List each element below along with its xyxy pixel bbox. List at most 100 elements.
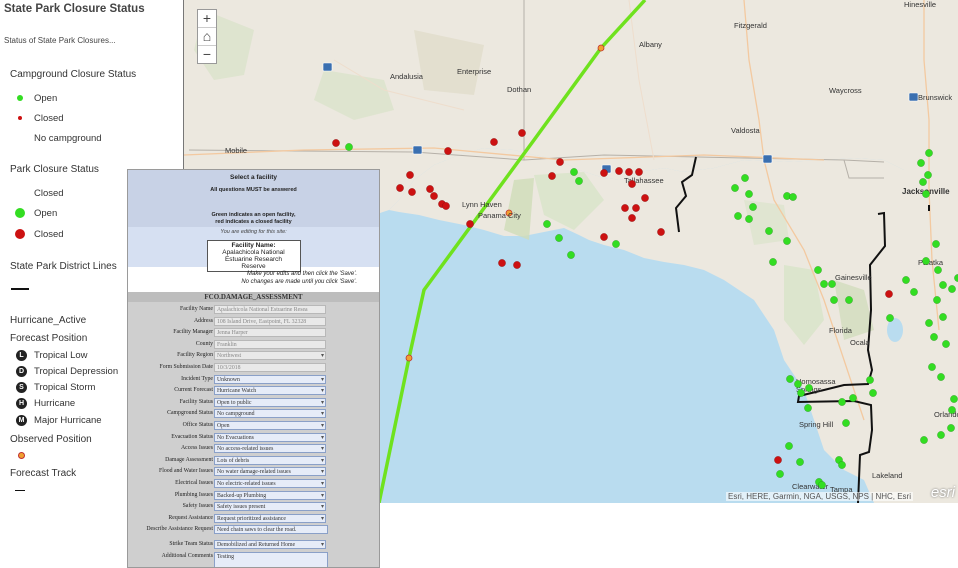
open-park-marker[interactable] bbox=[794, 380, 802, 388]
open-park-marker[interactable] bbox=[937, 431, 945, 439]
open-park-marker[interactable] bbox=[932, 240, 940, 248]
closed-park-marker[interactable] bbox=[657, 228, 665, 236]
closed-park-marker[interactable] bbox=[490, 138, 498, 146]
closed-park-marker[interactable] bbox=[430, 192, 438, 200]
open-park-marker[interactable] bbox=[842, 419, 850, 427]
open-park-marker[interactable] bbox=[937, 373, 945, 381]
closed-park-marker[interactable] bbox=[498, 259, 506, 267]
zoom-in-button[interactable]: + bbox=[198, 10, 216, 28]
open-park-marker[interactable] bbox=[922, 257, 930, 265]
closed-park-marker[interactable] bbox=[615, 167, 623, 175]
zoom-out-button[interactable]: − bbox=[198, 46, 216, 63]
closed-park-marker[interactable] bbox=[426, 185, 434, 193]
open-park-marker[interactable] bbox=[769, 258, 777, 266]
field-select[interactable]: Open to public bbox=[214, 397, 326, 407]
field-select[interactable]: No Evacuations bbox=[214, 432, 326, 442]
closed-park-marker[interactable] bbox=[774, 456, 782, 464]
open-park-marker[interactable] bbox=[818, 481, 826, 489]
closed-park-marker[interactable] bbox=[885, 290, 893, 298]
field-input[interactable]: Need chain saws to clear the road. bbox=[214, 525, 328, 535]
open-park-marker[interactable] bbox=[776, 470, 784, 478]
open-park-marker[interactable] bbox=[555, 234, 563, 242]
open-park-marker[interactable] bbox=[804, 404, 812, 412]
field-select[interactable]: Unknown bbox=[214, 374, 326, 384]
open-park-marker[interactable] bbox=[838, 461, 846, 469]
closed-park-marker[interactable] bbox=[548, 172, 556, 180]
closed-park-marker[interactable] bbox=[513, 261, 521, 269]
closed-park-marker[interactable] bbox=[442, 202, 450, 210]
field-input[interactable]: 10/3/2018 bbox=[214, 362, 326, 372]
closed-park-marker[interactable] bbox=[466, 220, 474, 228]
closed-park-marker[interactable] bbox=[406, 171, 414, 179]
open-park-marker[interactable] bbox=[922, 190, 930, 198]
open-park-marker[interactable] bbox=[939, 313, 947, 321]
open-park-marker[interactable] bbox=[814, 266, 822, 274]
closed-park-marker[interactable] bbox=[641, 194, 649, 202]
open-park-marker[interactable] bbox=[902, 276, 910, 284]
open-park-marker[interactable] bbox=[745, 190, 753, 198]
open-park-marker[interactable] bbox=[924, 171, 932, 179]
open-park-marker[interactable] bbox=[925, 319, 933, 327]
field-input[interactable]: Franklin bbox=[214, 339, 326, 349]
field-select[interactable]: Northwest bbox=[214, 351, 326, 361]
map-attribution[interactable]: Esri, HERE, Garmin, NGA, USGS, NPS | NHC… bbox=[726, 492, 913, 501]
open-park-marker[interactable] bbox=[796, 458, 804, 466]
closed-park-marker[interactable] bbox=[396, 184, 404, 192]
open-park-marker[interactable] bbox=[785, 442, 793, 450]
open-park-marker[interactable] bbox=[612, 240, 620, 248]
open-park-marker[interactable] bbox=[954, 274, 958, 282]
open-park-marker[interactable] bbox=[820, 280, 828, 288]
open-park-marker[interactable] bbox=[783, 237, 791, 245]
open-park-marker[interactable] bbox=[845, 296, 853, 304]
field-select[interactable]: Lots of debris bbox=[214, 455, 326, 465]
field-select[interactable]: No access-related issues bbox=[214, 444, 326, 454]
open-park-marker[interactable] bbox=[749, 203, 757, 211]
closed-park-marker[interactable] bbox=[332, 139, 340, 147]
open-park-marker[interactable] bbox=[849, 394, 857, 402]
open-park-marker[interactable] bbox=[786, 375, 794, 383]
open-park-marker[interactable] bbox=[866, 376, 874, 384]
open-park-marker[interactable] bbox=[948, 285, 956, 293]
open-park-marker[interactable] bbox=[919, 178, 927, 186]
closed-park-marker[interactable] bbox=[600, 233, 608, 241]
open-park-marker[interactable] bbox=[745, 215, 753, 223]
open-park-marker[interactable] bbox=[765, 227, 773, 235]
open-park-marker[interactable] bbox=[934, 266, 942, 274]
open-park-marker[interactable] bbox=[933, 296, 941, 304]
field-select[interactable]: No campground bbox=[214, 409, 326, 419]
open-park-marker[interactable] bbox=[741, 174, 749, 182]
closed-park-marker[interactable] bbox=[625, 168, 633, 176]
closed-park-marker[interactable] bbox=[628, 180, 636, 188]
closed-park-marker[interactable] bbox=[444, 147, 452, 155]
open-park-marker[interactable] bbox=[910, 288, 918, 296]
open-park-marker[interactable] bbox=[950, 395, 958, 403]
field-input[interactable]: Jenna Harper bbox=[214, 328, 326, 338]
field-select[interactable]: Demobilized and Returned Home bbox=[214, 540, 326, 550]
closed-park-marker[interactable] bbox=[518, 129, 526, 137]
open-park-marker[interactable] bbox=[942, 340, 950, 348]
open-park-marker[interactable] bbox=[930, 333, 938, 341]
field-select[interactable]: Hurricane Watch bbox=[214, 386, 326, 396]
open-park-marker[interactable] bbox=[886, 314, 894, 322]
open-park-marker[interactable] bbox=[570, 168, 578, 176]
open-park-marker[interactable] bbox=[838, 398, 846, 406]
closed-park-marker[interactable] bbox=[556, 158, 564, 166]
open-park-marker[interactable] bbox=[575, 177, 583, 185]
home-button[interactable]: ⌂ bbox=[198, 28, 216, 46]
field-select[interactable]: No water damage-related issues bbox=[214, 467, 326, 477]
open-park-marker[interactable] bbox=[948, 406, 956, 414]
closed-park-marker[interactable] bbox=[635, 168, 643, 176]
open-park-marker[interactable] bbox=[947, 424, 955, 432]
field-select[interactable]: Safety issues present bbox=[214, 502, 326, 512]
field-select[interactable]: Request prioritized assistance bbox=[214, 513, 326, 523]
closed-park-marker[interactable] bbox=[632, 204, 640, 212]
open-park-marker[interactable] bbox=[734, 212, 742, 220]
open-park-marker[interactable] bbox=[797, 389, 805, 397]
field-select[interactable]: Open bbox=[214, 420, 326, 430]
closed-park-marker[interactable] bbox=[621, 204, 629, 212]
open-park-marker[interactable] bbox=[920, 436, 928, 444]
open-park-marker[interactable] bbox=[830, 296, 838, 304]
open-park-marker[interactable] bbox=[731, 184, 739, 192]
open-park-marker[interactable] bbox=[567, 251, 575, 259]
open-park-marker[interactable] bbox=[917, 159, 925, 167]
